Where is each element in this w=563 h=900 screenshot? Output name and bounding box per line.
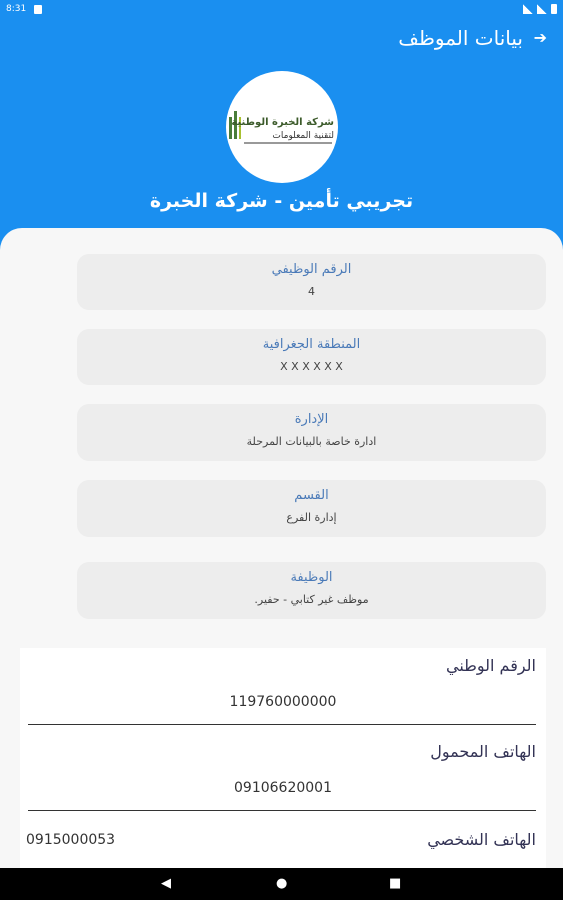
home-nav-icon[interactable]: ●	[276, 876, 287, 891]
card-department: الإدارة ادارة خاصة بالبيانات المرحلة	[77, 404, 546, 461]
arrow-right-icon[interactable]: ➔	[534, 28, 547, 47]
system-icons	[523, 4, 557, 14]
national-id-value: 119760000000	[229, 694, 337, 710]
personal-phone-value: 0915000053	[26, 832, 116, 848]
mobile-value: 09106620001	[234, 780, 332, 796]
wifi-icon	[523, 4, 533, 14]
back-nav-icon[interactable]: ◀	[161, 876, 171, 891]
page-title: بيانات الموظف	[398, 26, 523, 50]
company-logo: شركة الخبرة الوطنية لتقنية المعلومات	[226, 71, 338, 183]
mobile-label: الهاتف المحمول	[430, 742, 536, 761]
card-value: إدارة الفرع	[286, 511, 337, 524]
card-job: الوظيفة موظف غير كتابي - حفير.	[77, 562, 546, 619]
header: ➔ بيانات الموظف شركة الخبرة الوطنية لتقن…	[0, 20, 563, 250]
divider	[28, 724, 536, 725]
card-value: موظف غير كتابي - حفير.	[254, 593, 369, 606]
navigation-bar: ◀ ● ■	[0, 868, 563, 900]
card-label: الوظيفة	[290, 570, 333, 585]
signal-icon	[537, 4, 547, 14]
logo-text-2: لتقنية المعلومات	[272, 131, 334, 141]
card-employee-number: الرقم الوظيفي 4	[77, 254, 546, 310]
card-region: المنطقة الجغرافية X X X X X X	[77, 329, 546, 385]
card-label: المنطقة الجغرافية	[262, 337, 361, 352]
card-label: القسم	[294, 488, 329, 503]
card-value: X X X X X X	[280, 360, 343, 373]
battery-icon	[551, 4, 557, 14]
card-label: الإدارة	[294, 412, 329, 427]
contact-details: الرقم الوطني 119760000000 الهاتف المحمول…	[20, 648, 546, 868]
recents-nav-icon[interactable]: ■	[389, 876, 401, 891]
divider	[28, 810, 536, 811]
card-section: القسم إدارة الفرع	[77, 480, 546, 537]
status-time: 8:31	[6, 4, 27, 14]
card-value: ادارة خاصة بالبيانات المرحلة	[246, 435, 377, 448]
content-panel: الرقم الوظيفي 4 المنطقة الجغرافية X X X …	[0, 228, 563, 868]
national-id-label: الرقم الوطني	[445, 656, 536, 675]
logo-graphic: شركة الخبرة الوطنية لتقنية المعلومات	[229, 111, 334, 144]
personal-phone-label: الهاتف الشخصي	[427, 830, 536, 849]
notification-icon	[34, 5, 42, 14]
status-bar: 8:31	[0, 0, 563, 20]
card-value: 4	[308, 285, 315, 298]
company-name: تجريبي تأمين - شركة الخبرة	[149, 190, 414, 212]
card-label: الرقم الوظيفي	[271, 262, 352, 277]
logo-text-1: شركة الخبرة الوطنية	[231, 117, 334, 128]
